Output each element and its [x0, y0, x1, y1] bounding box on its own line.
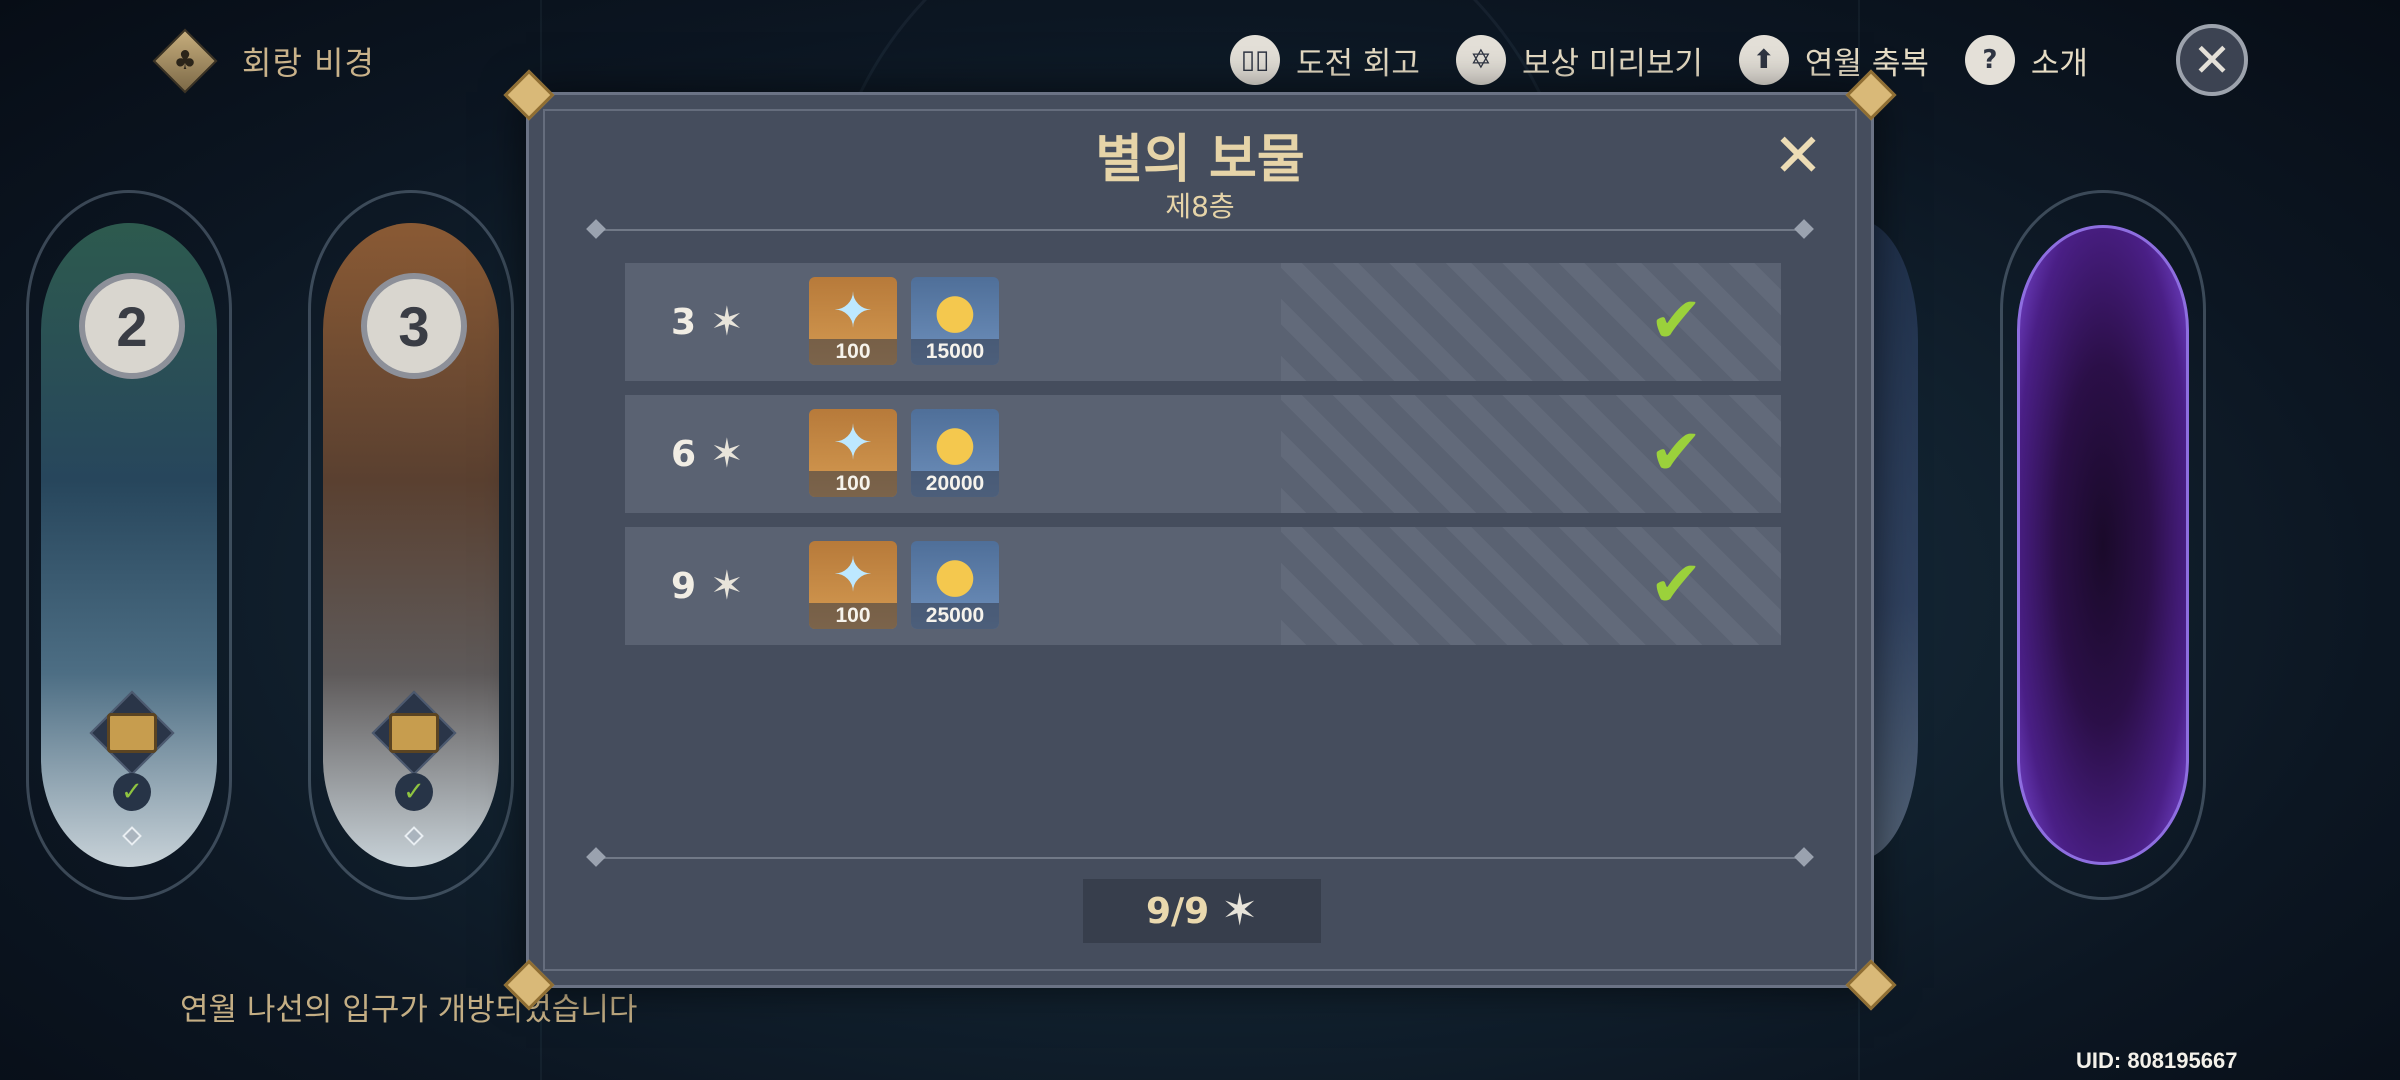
star-count: 3 — [671, 301, 697, 343]
reward-count: 100 — [809, 339, 897, 365]
chest-icon — [107, 713, 157, 753]
total-stars: 9/9 — [1145, 890, 1210, 932]
total-stars-badge: 9/9 ✶ — [1083, 879, 1321, 943]
dialog-title: 별의 보물 — [1095, 130, 1305, 190]
primogem-icon: ✦ — [832, 283, 874, 339]
nav-label: 소개 — [2030, 45, 2088, 82]
mora-coin-icon: ● — [934, 547, 976, 603]
reward-count: 25000 — [911, 603, 999, 629]
nav-challenge-review[interactable]: ▯▯ 도전 회고 — [1230, 35, 1420, 85]
star-count: 9 — [671, 565, 697, 607]
portal-art — [2017, 225, 2189, 865]
reward-list: 3 ✶ ✦ 100 ● 15000 ✔ 6 ✶ ✦ 100 ● 20000 ✔ … — [625, 263, 1781, 659]
chamber-card-3[interactable]: 3 ✓ — [308, 190, 514, 900]
divider — [589, 857, 1811, 859]
star-badge-icon: ✡ — [1455, 35, 1506, 85]
chamber-number: 2 — [79, 273, 185, 379]
reward-count: 100 — [809, 603, 897, 629]
divider — [589, 229, 1811, 231]
close-icon: ✕ — [1772, 121, 1824, 191]
close-icon: ✕ — [2192, 33, 2232, 87]
primogem-icon: ✦ — [832, 547, 874, 603]
abyss-star-icon: ✶ — [710, 563, 744, 609]
nav-label: 도전 회고 — [1296, 45, 1420, 82]
nav-label: 보상 미리보기 — [1521, 45, 1703, 82]
reward-count: 100 — [809, 471, 897, 497]
claimed-check-icon: ✔ — [1649, 548, 1703, 622]
mora-reward[interactable]: ● 20000 — [911, 409, 999, 497]
nav-reward-preview[interactable]: ✡ 보상 미리보기 — [1455, 35, 1703, 85]
dialog-subtitle: 제8층 — [1165, 190, 1235, 223]
nav-blessing[interactable]: ⬆ 연월 축복 — [1738, 35, 1929, 85]
primogem-reward[interactable]: ✦ 100 — [809, 277, 897, 365]
primogem-reward[interactable]: ✦ 100 — [809, 409, 897, 497]
star-requirement: 9 ✶ — [671, 561, 744, 611]
check-icon: ✓ — [395, 773, 433, 811]
top-nav: ▯▯ 도전 회고 ✡ 보상 미리보기 ⬆ 연월 축복 ? 소개 — [1230, 30, 2088, 90]
close-button[interactable]: ✕ — [2176, 24, 2248, 96]
reward-row: 9 ✶ ✦ 100 ● 25000 ✔ — [625, 527, 1781, 645]
claimed-check-icon: ✔ — [1649, 416, 1703, 490]
mora-coin-icon: ● — [934, 283, 976, 339]
mode-title: 회랑 비경 — [242, 44, 375, 82]
chamber-number: 3 — [361, 273, 467, 379]
mora-coin-icon: ● — [934, 415, 976, 471]
dialog-close-button[interactable]: ✕ — [1769, 126, 1827, 186]
claimed-check-icon: ✔ — [1649, 284, 1703, 358]
star-count: 6 — [671, 433, 697, 475]
mora-reward[interactable]: ● 25000 — [911, 541, 999, 629]
reward-count: 20000 — [911, 471, 999, 497]
blessing-up-icon: ⬆ — [1738, 35, 1789, 85]
abyss-star-icon: ✶ — [1221, 885, 1259, 936]
uid-label: UID: 808195667 — [2076, 1048, 2238, 1073]
star-requirement: 3 ✶ — [671, 297, 744, 347]
primogem-reward[interactable]: ✦ 100 — [809, 541, 897, 629]
abyss-star-icon: ✶ — [710, 299, 744, 345]
mora-reward[interactable]: ● 15000 — [911, 277, 999, 365]
primogem-icon: ✦ — [832, 415, 874, 471]
chest-icon — [389, 713, 439, 753]
abyss-tree-icon: ♣ — [150, 26, 220, 96]
reward-row: 6 ✶ ✦ 100 ● 20000 ✔ — [625, 395, 1781, 513]
abyss-star-icon: ✶ — [710, 431, 744, 477]
star-requirement: 6 ✶ — [671, 429, 744, 479]
mode-header: ♣ 회랑 비경 — [150, 26, 375, 96]
reward-count: 15000 — [911, 339, 999, 365]
chamber-card-2[interactable]: 2 ✓ — [26, 190, 232, 900]
star-rewards-dialog: 별의 보물 제8층 ✕ 3 ✶ ✦ 100 ● 15000 ✔ 6 ✶ ✦ 10… — [503, 69, 1897, 1011]
help-icon: ? — [1964, 35, 2015, 85]
nav-help[interactable]: ? 소개 — [1964, 35, 2088, 85]
portal-card[interactable] — [2000, 190, 2206, 900]
book-icon: ▯▯ — [1230, 35, 1280, 85]
status-message: 연월 나선의 입구가 개방되었습니다 — [180, 992, 638, 1028]
check-icon: ✓ — [113, 773, 151, 811]
reward-row: 3 ✶ ✦ 100 ● 15000 ✔ — [625, 263, 1781, 381]
